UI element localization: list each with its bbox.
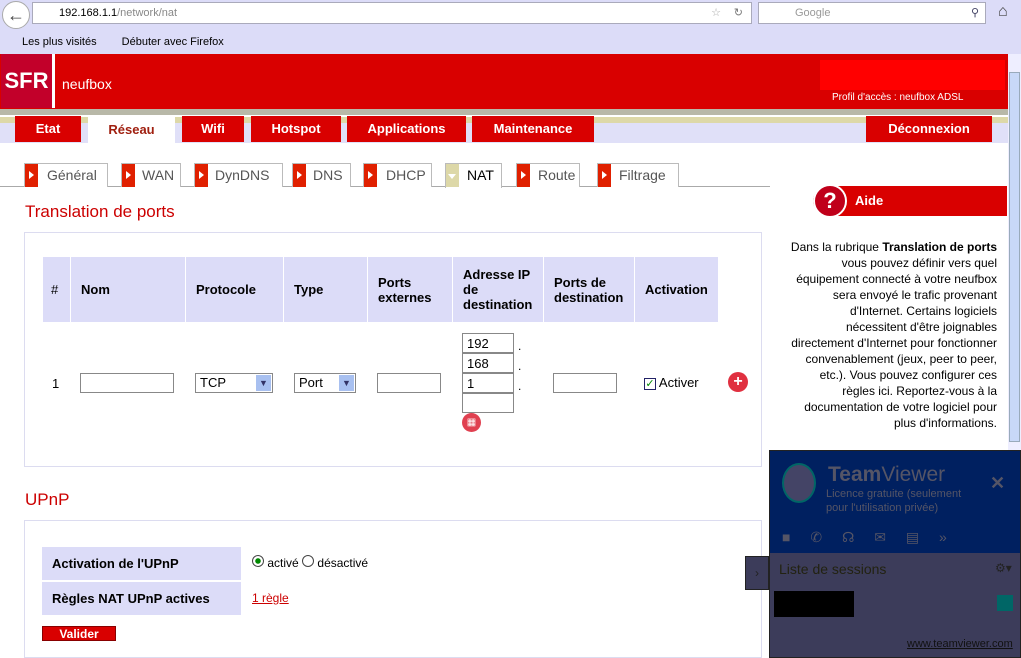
submit-button[interactable]: Valider xyxy=(42,626,116,641)
url-bar[interactable]: 192.168.1.1/network/nat ☆ ↻ xyxy=(32,2,752,24)
nav-maintenance[interactable]: Maintenance xyxy=(472,116,594,142)
nav-wifi[interactable]: Wifi xyxy=(182,116,244,142)
radio-off[interactable] xyxy=(302,555,315,567)
tab-nat[interactable]: NAT xyxy=(445,163,502,188)
ip-dots: ... xyxy=(518,339,522,393)
activation-checkbox[interactable]: ✓ Activer xyxy=(644,375,699,390)
bookmark-most-visited[interactable]: Les plus visités xyxy=(22,36,97,48)
type-select[interactable]: Port ▼ xyxy=(294,373,356,393)
section-title-nat: Translation de ports xyxy=(25,202,175,221)
tab-filtrage[interactable]: Filtrage xyxy=(597,163,679,187)
radio-on[interactable] xyxy=(252,555,264,567)
arrow-icon xyxy=(598,164,611,187)
upnp-radio-group: activé désactivé xyxy=(252,555,368,570)
search-icon[interactable]: ⚲ xyxy=(971,3,979,23)
nav-applications[interactable]: Applications xyxy=(347,116,466,142)
cursor-icon[interactable] xyxy=(997,595,1013,611)
logout-button[interactable]: Déconnexion xyxy=(866,116,992,142)
tab-dhcp[interactable]: DHCP xyxy=(363,163,432,187)
ip-octet-1[interactable] xyxy=(462,333,514,353)
ip-octet-3[interactable] xyxy=(462,373,514,393)
upnp-table: Activation de l'UPnP Règles NAT UPnP act… xyxy=(42,545,241,617)
help-text: Dans la rubrique Translation de ports vo… xyxy=(790,240,997,430)
network-devices-icon[interactable]: ▦ xyxy=(462,413,481,432)
name-input[interactable] xyxy=(80,373,174,393)
arrow-icon xyxy=(293,164,306,187)
access-profile: Profil d'accès : neufbox ADSL xyxy=(832,92,964,103)
row-index: 1 xyxy=(52,376,60,391)
nav-hotspot[interactable]: Hotspot xyxy=(251,116,341,142)
tab-general[interactable]: Général xyxy=(24,163,108,187)
redacted-session xyxy=(774,591,854,617)
section-title-upnp: UPnP xyxy=(25,490,70,509)
arrow-icon xyxy=(517,164,530,187)
teamviewer-panel: TeamViewer Licence gratuite (seulement p… xyxy=(769,450,1021,658)
help-question-icon: ? xyxy=(813,184,847,218)
teamviewer-link[interactable]: www.teamviewer.com xyxy=(907,638,1013,650)
arrow-icon xyxy=(25,164,38,187)
upnp-rules-link[interactable]: 1 règle xyxy=(252,591,289,605)
reload-icon[interactable]: ↻ xyxy=(734,3,743,23)
product-name: neufbox xyxy=(62,76,112,92)
nav-etat[interactable]: Etat xyxy=(15,116,81,142)
arrow-icon xyxy=(122,164,135,187)
protocol-select[interactable]: TCP ▼ xyxy=(195,373,273,393)
bookmark-star-icon[interactable]: ☆ xyxy=(711,3,721,23)
destination-ports-input[interactable] xyxy=(553,373,617,393)
nav-reseau[interactable]: Réseau xyxy=(88,117,175,143)
close-icon[interactable]: ✕ xyxy=(990,473,1005,494)
home-icon[interactable]: ⌂ xyxy=(998,3,1008,21)
chevron-down-icon: ▼ xyxy=(256,375,271,391)
tab-dyndns[interactable]: DynDNS xyxy=(194,163,283,187)
teamviewer-logo xyxy=(782,463,816,503)
sfr-logo: SFR xyxy=(1,54,55,108)
gear-icon[interactable]: ⚙▾ xyxy=(995,561,1012,575)
expand-panel-icon[interactable]: › xyxy=(745,556,769,590)
redacted-area xyxy=(820,60,1005,90)
tab-dns[interactable]: DNS xyxy=(292,163,351,187)
add-rule-button[interactable]: + xyxy=(728,372,748,392)
search-input[interactable]: Google ⚲ xyxy=(758,2,986,24)
bookmark-getting-started[interactable]: Débuter avec Firefox xyxy=(122,36,224,48)
teamviewer-toolbar[interactable]: ■ ✆ ☊ ✉ ▤ » xyxy=(782,529,947,546)
tab-route[interactable]: Route xyxy=(516,163,580,187)
chevron-down-icon: ▼ xyxy=(339,375,354,391)
nat-table: # Nom Protocole Type Ports externes Adre… xyxy=(42,257,719,322)
scrollbar-thumb[interactable] xyxy=(1009,72,1020,442)
ip-octet-4[interactable] xyxy=(462,393,514,413)
checkbox-checked-icon[interactable]: ✓ xyxy=(644,378,656,390)
arrow-icon xyxy=(195,164,208,187)
tab-wan[interactable]: WAN xyxy=(121,163,181,187)
bookmarks-bar: Les plus visités Débuter avec Firefox xyxy=(0,30,1021,54)
arrow-icon xyxy=(364,164,377,187)
external-ports-input[interactable] xyxy=(377,373,441,393)
arrow-down-icon xyxy=(446,164,459,187)
ip-octet-2[interactable] xyxy=(462,353,514,373)
back-button[interactable]: ← xyxy=(2,1,30,29)
